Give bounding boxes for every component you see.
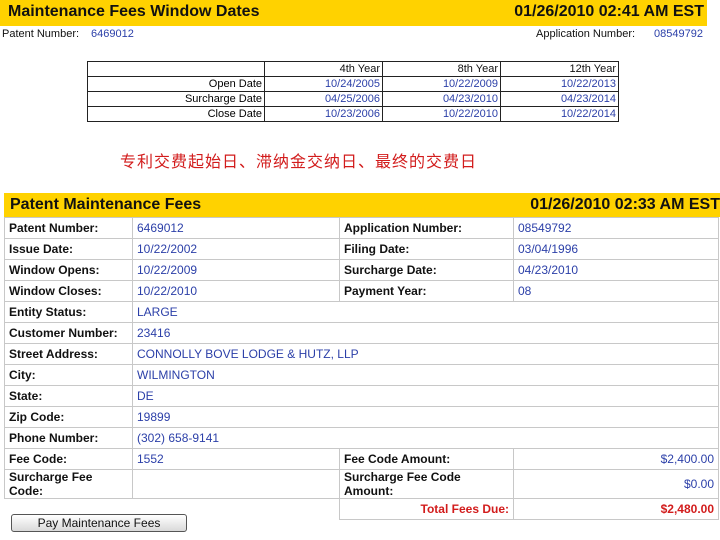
street-address-label: Street Address: — [4, 343, 133, 365]
fee-code-value: 1552 — [132, 448, 340, 470]
total-fees-due-label: Total Fees Due: — [339, 498, 514, 520]
table-cell: 10/22/2013 — [500, 76, 619, 92]
filing-date-value: 03/04/1996 — [513, 238, 719, 260]
payment-year-value: 08 — [513, 280, 719, 302]
surcharge-date-label: Surcharge Date: — [339, 259, 514, 281]
state-value: DE — [132, 385, 719, 407]
table-row: Close Date 10/23/2006 10/22/2010 10/22/2… — [87, 106, 619, 122]
table-row: Street Address: CONNOLLY BOVE LODGE & HU… — [4, 343, 719, 365]
table-row: Patent Number: 6469012 Application Numbe… — [4, 217, 719, 239]
application-number-label: Application Number: — [536, 28, 636, 40]
phone-number-label: Phone Number: — [4, 427, 133, 449]
table-row: Fee Code: 1552 Fee Code Amount: $2,400.0… — [4, 448, 719, 470]
zip-code-label: Zip Code: — [4, 406, 133, 428]
fee-code-label: Fee Code: — [4, 448, 133, 470]
fees-application-number-label: Application Number: — [339, 217, 514, 239]
payment-year-label: Payment Year: — [339, 280, 514, 302]
customer-number-value: 23416 — [132, 322, 719, 344]
table-cell: 10/22/2010 — [382, 106, 501, 122]
table-row: Customer Number: 23416 — [4, 322, 719, 344]
table-header-row: 4th Year 8th Year 12th Year — [87, 61, 619, 77]
surcharge-fee-code-value — [132, 469, 340, 499]
table-cell: 04/25/2006 — [264, 91, 383, 107]
fees-details-table: Patent Number: 6469012 Application Numbe… — [4, 217, 719, 520]
table-cell: 10/22/2014 — [500, 106, 619, 122]
window-opens-value: 10/22/2009 — [132, 259, 340, 281]
column-4th-year: 4th Year — [264, 61, 383, 77]
street-address-value: CONNOLLY BOVE LODGE & HUTZ, LLP — [132, 343, 719, 365]
window-dates-table: 4th Year 8th Year 12th Year Open Date 10… — [87, 61, 619, 122]
table-row: Window Opens: 10/22/2009 Surcharge Date:… — [4, 259, 719, 281]
issue-date-label: Issue Date: — [4, 238, 133, 260]
table-row: Window Closes: 10/22/2010 Payment Year: … — [4, 280, 719, 302]
table-row: Entity Status: LARGE — [4, 301, 719, 323]
fees-title: Patent Maintenance Fees — [10, 196, 202, 213]
surcharge-fee-code-amount-value: $0.00 — [513, 469, 719, 499]
patent-number-value: 6469012 — [91, 28, 134, 40]
customer-number-label: Customer Number: — [4, 322, 133, 344]
state-label: State: — [4, 385, 133, 407]
table-row: Issue Date: 10/22/2002 Filing Date: 03/0… — [4, 238, 719, 260]
total-fees-due-value: $2,480.00 — [513, 498, 719, 520]
issue-date-value: 10/22/2002 — [132, 238, 340, 260]
row-label-open-date: Open Date — [87, 76, 265, 92]
city-label: City: — [4, 364, 133, 386]
entity-status-value: LARGE — [132, 301, 719, 323]
table-cell: 10/23/2006 — [264, 106, 383, 122]
table-cell: 04/23/2014 — [500, 91, 619, 107]
column-8th-year: 8th Year — [382, 61, 501, 77]
window-dates-timestamp: 01/26/2010 02:41 AM EST — [514, 3, 704, 20]
fees-timestamp: 01/26/2010 02:33 AM EST — [530, 196, 720, 213]
table-row: Surcharge Fee Code: Surcharge Fee Code A… — [4, 469, 719, 499]
surcharge-fee-code-label: Surcharge Fee Code: — [4, 469, 133, 499]
window-closes-value: 10/22/2010 — [132, 280, 340, 302]
table-row: City: WILMINGTON — [4, 364, 719, 386]
fees-patent-number-label: Patent Number: — [4, 217, 133, 239]
table-row: State: DE — [4, 385, 719, 407]
window-opens-label: Window Opens: — [4, 259, 133, 281]
chinese-annotation: 专利交费起始日、滞纳金交纳日、最终的交费日 — [120, 154, 478, 171]
entity-status-label: Entity Status: — [4, 301, 133, 323]
table-cell: 10/22/2009 — [382, 76, 501, 92]
window-closes-label: Window Closes: — [4, 280, 133, 302]
phone-number-value: (302) 658-9141 — [132, 427, 719, 449]
window-dates-title: Maintenance Fees Window Dates — [8, 3, 260, 20]
fees-patent-number-value: 6469012 — [132, 217, 340, 239]
table-cell: 04/23/2010 — [382, 91, 501, 107]
zip-code-value: 19899 — [132, 406, 719, 428]
application-number-value: 08549792 — [654, 28, 703, 40]
row-label-surcharge-date: Surcharge Date — [87, 91, 265, 107]
row-label-close-date: Close Date — [87, 106, 265, 122]
table-row: Open Date 10/24/2005 10/22/2009 10/22/20… — [87, 76, 619, 92]
fee-code-amount-label: Fee Code Amount: — [339, 448, 514, 470]
table-row: Phone Number: (302) 658-9141 — [4, 427, 719, 449]
table-row: Zip Code: 19899 — [4, 406, 719, 428]
fee-code-amount-value: $2,400.00 — [513, 448, 719, 470]
table-row: Surcharge Date 04/25/2006 04/23/2010 04/… — [87, 91, 619, 107]
fees-application-number-value: 08549792 — [513, 217, 719, 239]
surcharge-fee-code-amount-label: Surcharge Fee Code Amount: — [339, 469, 514, 499]
city-value: WILMINGTON — [132, 364, 719, 386]
column-12th-year: 12th Year — [500, 61, 619, 77]
filing-date-label: Filing Date: — [339, 238, 514, 260]
patent-number-label: Patent Number: — [2, 28, 80, 40]
table-corner-cell — [87, 61, 265, 77]
pay-maintenance-fees-button[interactable]: Pay Maintenance Fees — [11, 514, 187, 532]
surcharge-date-value: 04/23/2010 — [513, 259, 719, 281]
table-cell: 10/24/2005 — [264, 76, 383, 92]
